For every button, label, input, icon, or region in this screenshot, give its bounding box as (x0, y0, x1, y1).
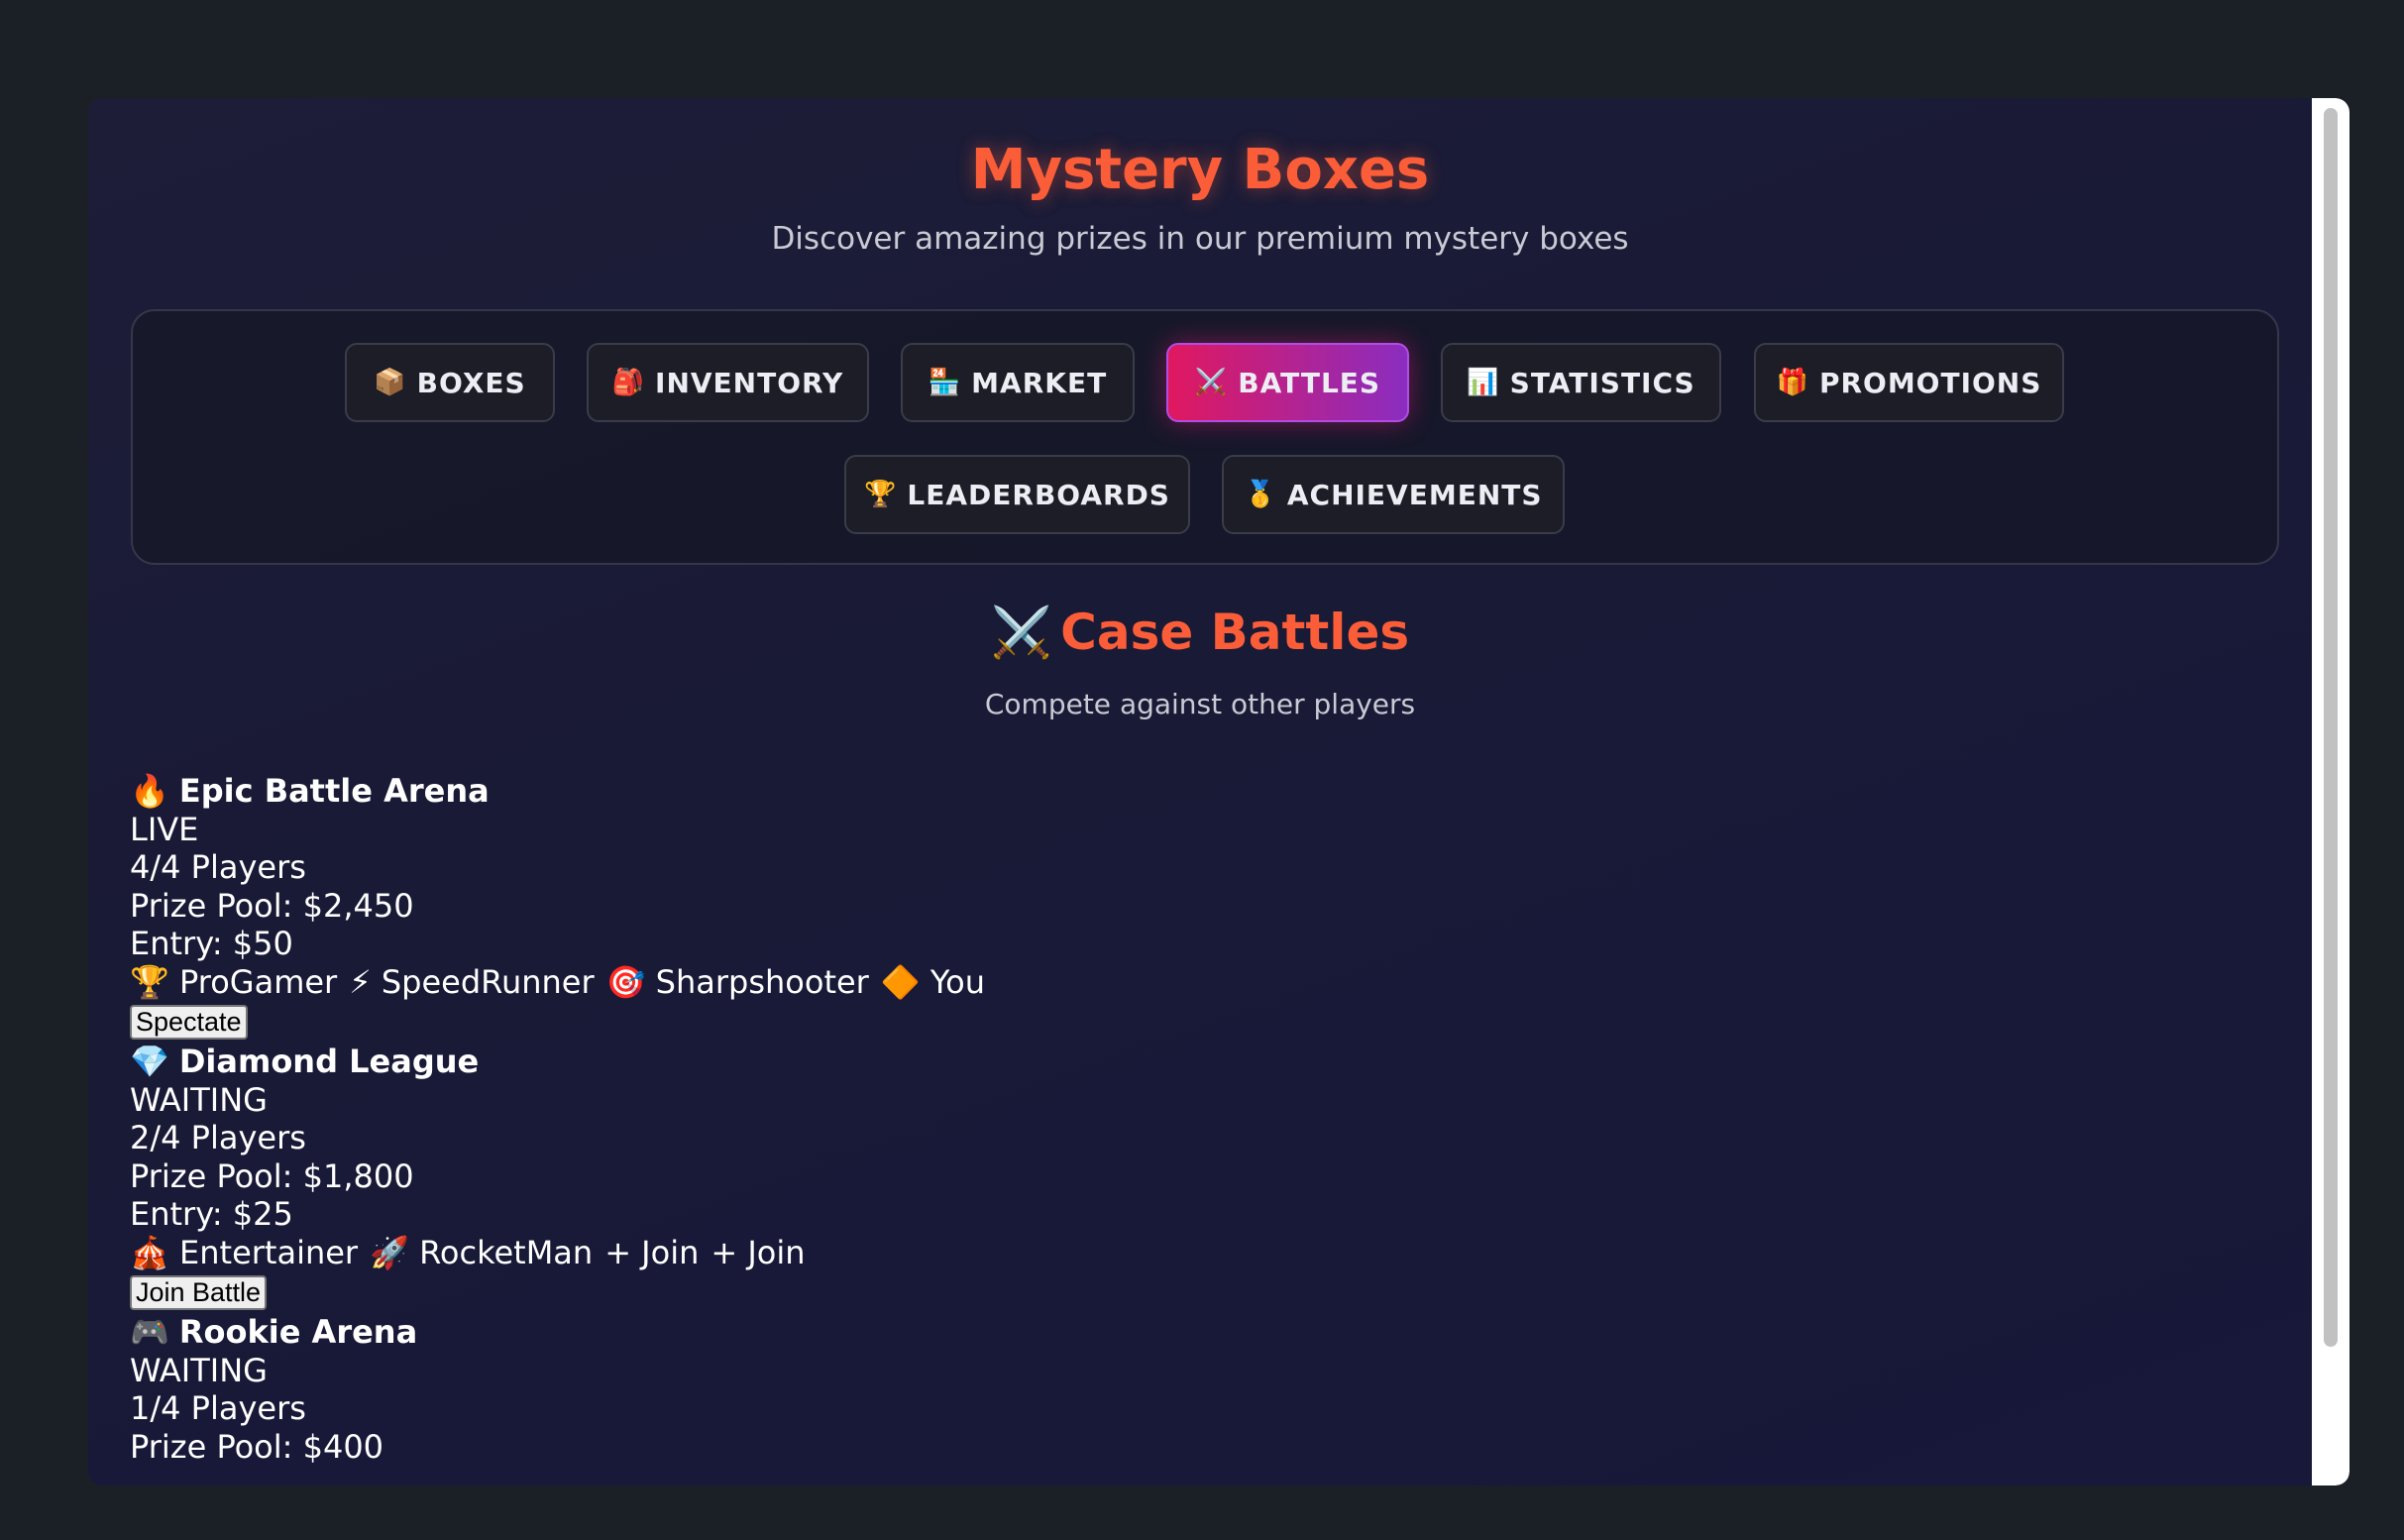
tab-leaderboards[interactable]: 🏆 LEADERBOARDS (844, 455, 1190, 534)
participant: 🔶 You (881, 963, 985, 1002)
tab-boxes[interactable]: 📦 BOXES (345, 343, 555, 422)
participant: 🚀 RocketMan (370, 1234, 593, 1272)
battle-name: 💎 Diamond League (130, 1043, 985, 1081)
battle-name: 🎮 Rookie Arena (130, 1313, 985, 1352)
gem-icon: 💎 (130, 1043, 169, 1080)
join-slot-label: Join (641, 1233, 700, 1271)
battle-prize: Prize Pool: $2,450 (130, 886, 414, 925)
participant-name: You (929, 962, 985, 1001)
participant: 🏆 ProGamer (130, 963, 337, 1002)
tab-label: LEADERBOARDS (907, 478, 1170, 511)
tab-label: ACHIEVEMENTS (1286, 478, 1543, 511)
section-title-text: Case Battles (1060, 604, 1410, 661)
tab-label: PROMOTIONS (1818, 366, 2042, 399)
participant: 🎯 Sharpshooter (606, 963, 869, 1002)
join-slot[interactable]: + Join (710, 1234, 805, 1272)
vertical-scrollbar[interactable] (2312, 98, 2349, 1485)
battle-players: 4/4 Players (130, 848, 306, 886)
participant: ⚡ SpeedRunner (349, 963, 594, 1002)
browser-window: Mystery Boxes Discover amazing prizes in… (88, 98, 2349, 1485)
package-icon: 📦 (374, 368, 407, 397)
battle-players: 1/4 Players (130, 1389, 306, 1427)
trophy-icon: 🏆 (130, 962, 169, 1001)
battle-card: 💎 Diamond League WAITING 2/4 Players Pri… (130, 1043, 985, 1313)
medal-icon: 🥇 (1244, 480, 1277, 509)
section-subtitle: Compete against other players (984, 688, 1416, 720)
participant-name: RocketMan (419, 1233, 594, 1271)
battle-name: 🔥 Epic Battle Arena (130, 772, 985, 811)
bar-chart-icon: 📊 (1467, 368, 1500, 397)
lightning-icon: ⚡ (349, 962, 372, 1001)
tab-label: BOXES (416, 366, 526, 399)
join-battle-button[interactable]: Join Battle (130, 1275, 268, 1310)
tab-market[interactable]: 🏪 MARKET (901, 343, 1135, 422)
page-title: Mystery Boxes (970, 138, 1430, 202)
participant-list: 🎪 Entertainer 🚀 RocketMan + Join + Join (130, 1234, 985, 1272)
participant-name: ProGamer (179, 962, 338, 1001)
gift-icon: 🎁 (1776, 368, 1809, 397)
join-slot-label: Join (747, 1233, 806, 1271)
participant-name: Entertainer (179, 1233, 359, 1271)
tab-battles[interactable]: ⚔️ BATTLES (1166, 343, 1409, 422)
page-subtitle: Discover amazing prizes in our premium m… (771, 221, 1629, 257)
plus-icon: + (710, 1233, 738, 1271)
battle-entry: Entry: $50 (130, 925, 293, 962)
tab-promotions[interactable]: 🎁 PROMOTIONS (1754, 343, 2064, 422)
tab-label: INVENTORY (655, 366, 844, 399)
crossed-swords-icon: ⚔️ (990, 604, 1053, 661)
main-nav: 📦 BOXES 🎒 INVENTORY 🏪 MARKET ⚔️ BATTLES … (131, 309, 2279, 565)
scrollbar-thumb[interactable] (2324, 108, 2338, 1347)
battle-status: WAITING (130, 1351, 268, 1389)
game-controller-icon: 🎮 (130, 1313, 169, 1351)
page-content: Mystery Boxes Discover amazing prizes in… (88, 98, 2312, 1485)
participant-list: 🏆 ProGamer ⚡ SpeedRunner 🎯 Sharpshooter … (130, 963, 985, 1002)
battle-players: 2/4 Players (130, 1119, 306, 1156)
battle-prize: Prize Pool: $400 (130, 1427, 384, 1466)
tab-label: MARKET (971, 366, 1108, 399)
participant-name: SpeedRunner (381, 962, 595, 1001)
battle-name-text: Diamond League (178, 1043, 480, 1080)
section-title: ⚔️ Case Battles (88, 604, 2312, 662)
battle-name-text: Rookie Arena (178, 1313, 418, 1351)
plus-icon: + (604, 1233, 631, 1271)
join-slot[interactable]: + Join (604, 1234, 699, 1272)
battle-entry: Entry: $25 (130, 1195, 293, 1233)
battle-list: 🔥 Epic Battle Arena LIVE 4/4 Players Pri… (130, 772, 985, 1466)
rocket-icon: 🚀 (370, 1233, 409, 1271)
trophy-icon: 🏆 (864, 480, 898, 509)
participant: 🎪 Entertainer (130, 1234, 358, 1272)
backpack-icon: 🎒 (611, 368, 646, 397)
tab-achievements[interactable]: 🥇 ACHIEVEMENTS (1222, 455, 1565, 534)
tab-label: STATISTICS (1509, 366, 1695, 399)
spectate-button[interactable]: Spectate (130, 1005, 248, 1040)
tab-inventory[interactable]: 🎒 INVENTORY (587, 343, 869, 422)
tab-statistics[interactable]: 📊 STATISTICS (1441, 343, 1721, 422)
tab-label: BATTLES (1238, 366, 1381, 399)
battle-prize: Prize Pool: $1,800 (130, 1156, 414, 1195)
battle-status: LIVE (130, 810, 199, 848)
battle-status: WAITING (130, 1080, 268, 1119)
circus-tent-icon: 🎪 (130, 1233, 169, 1271)
battle-card: 🔥 Epic Battle Arena LIVE 4/4 Players Pri… (130, 772, 985, 1043)
crossed-swords-icon: ⚔️ (1194, 368, 1229, 397)
store-icon: 🏪 (928, 368, 962, 397)
target-icon: 🎯 (605, 962, 646, 1001)
diamond-icon: 🔶 (880, 962, 921, 1001)
battle-name-text: Epic Battle Arena (178, 772, 490, 810)
battle-card: 🎮 Rookie Arena WAITING 1/4 Players Prize… (130, 1313, 985, 1466)
participant-name: Sharpshooter (655, 962, 869, 1001)
fire-icon: 🔥 (130, 772, 169, 810)
